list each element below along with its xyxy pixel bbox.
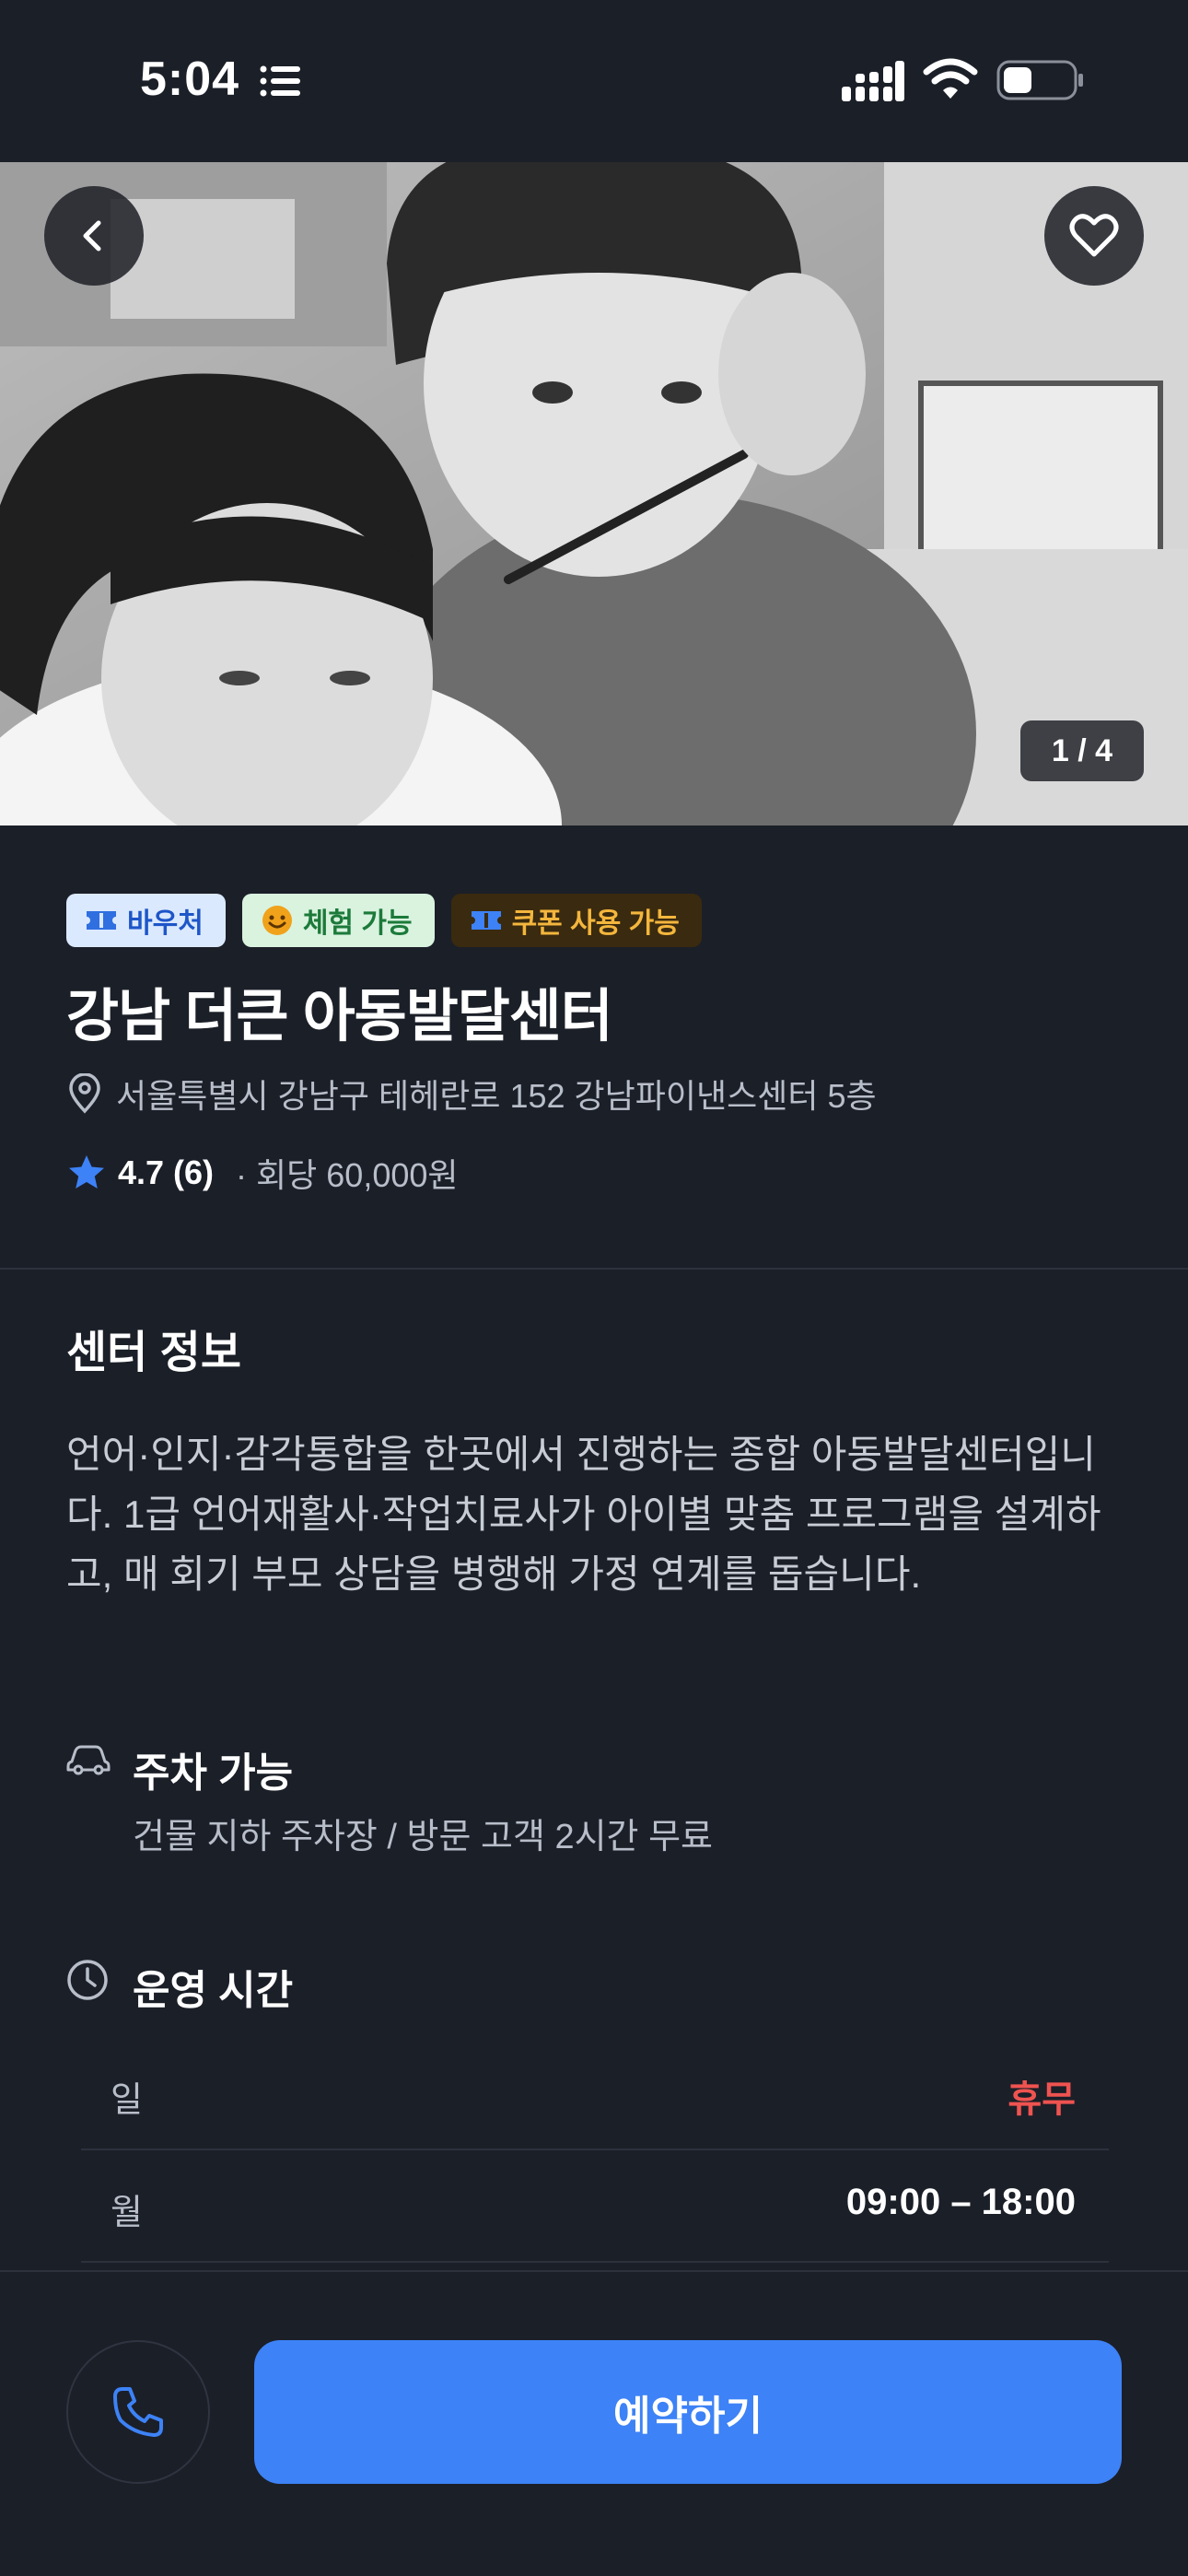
status-time: 5:04: [140, 53, 240, 106]
favorite-button[interactable]: [1044, 186, 1144, 286]
tag-label: 쿠폰 사용 가능: [511, 908, 680, 939]
address-text: 서울특별시 강남구 테헤란로 152 강남파이낸스센터 5층: [116, 1077, 877, 1115]
children-photo: [0, 162, 1188, 825]
hours-title: 운영 시간: [133, 1968, 294, 2013]
ticket-icon: [87, 911, 116, 930]
call-button[interactable]: [66, 2340, 210, 2484]
phone-icon: [113, 2387, 163, 2437]
clock-icon: [67, 1960, 108, 2000]
back-button[interactable]: [44, 186, 144, 286]
address-row[interactable]: 서울특별시 강남구 테헤란로 152 강남파이낸스센터 5층: [66, 1071, 877, 1117]
rating-row[interactable]: 4.7 (6) · 회당 60,000원: [66, 1150, 459, 1196]
hours-day: 월: [111, 2194, 143, 2232]
hero-image[interactable]: 1 / 4: [0, 162, 1188, 825]
hours-row-monday: 월 09:00 – 18:00: [81, 2150, 1109, 2263]
battery-icon: [996, 60, 1083, 100]
hours-row-sunday: 일 휴무: [81, 2038, 1109, 2150]
status-bar: 5:04: [0, 0, 1188, 162]
tag-trial: 체험 가능: [241, 894, 435, 947]
tag-list: 바우처 체험 가능 쿠폰 사용 가능: [66, 894, 702, 947]
location-pin-icon: [69, 1073, 100, 1114]
smile-icon: [262, 906, 292, 935]
coupon-icon: [471, 911, 501, 930]
center-name: 강남 더큰 아동발달센터: [66, 985, 613, 1048]
signal-icon: [842, 61, 904, 101]
hours-day: 일: [111, 2081, 143, 2120]
reserve-button[interactable]: 예약하기: [254, 2340, 1122, 2484]
tag-label: 체험 가능: [302, 908, 413, 939]
tag-label: 바우처: [127, 908, 204, 939]
list-icon: [260, 65, 300, 97]
wifi-icon: [923, 58, 978, 99]
hours-time: 09:00 – 18:00: [845, 2182, 1076, 2222]
section-divider: [0, 1268, 1188, 1270]
section-title: 센터 정보: [66, 1329, 241, 1377]
star-icon: [69, 1155, 104, 1188]
hours-time: 휴무: [1007, 2079, 1076, 2120]
session-price: · 회당 60,000원: [236, 1156, 459, 1194]
parking-title: 주차 가능: [133, 1751, 294, 1796]
image-counter: 1 / 4: [1020, 720, 1144, 781]
car-icon: [66, 1745, 111, 1775]
chevron-left-icon: [83, 220, 101, 252]
tag-coupon: 쿠폰 사용 가능: [450, 894, 702, 947]
parking-description: 건물 지하 주차장 / 방문 고객 2시간 무료: [133, 1818, 713, 1856]
heart-icon: [1069, 214, 1119, 257]
center-description: 언어·인지·감각통합을 한곳에서 진행하는 종합 아동발달센터입니다. 1급 언…: [66, 1433, 1101, 1596]
tag-voucher: 바우처: [66, 894, 226, 947]
rating-value: 4.7: [118, 1153, 165, 1191]
review-count: (6): [173, 1153, 215, 1191]
